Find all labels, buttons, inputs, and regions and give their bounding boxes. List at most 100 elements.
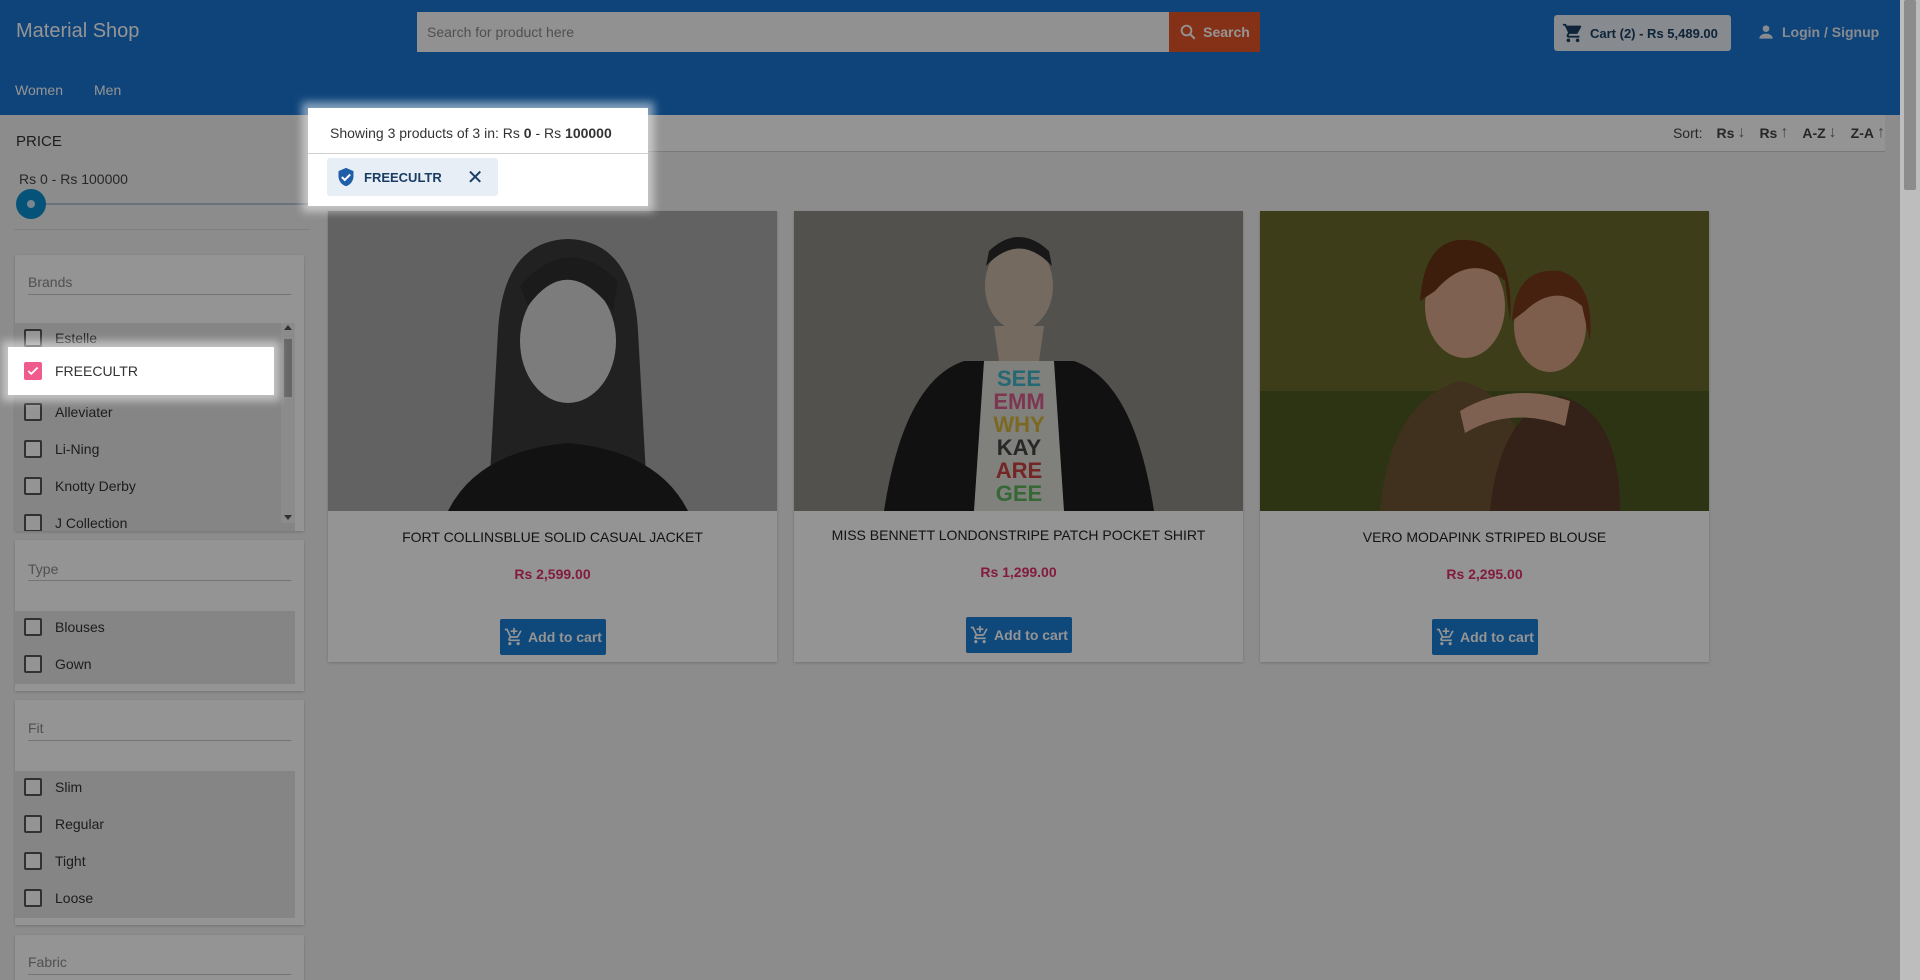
product-price: Rs 1,299.00 (980, 564, 1057, 580)
type-label-underline (28, 580, 291, 581)
checkbox-checked[interactable] (24, 362, 42, 380)
person-icon (1759, 25, 1773, 39)
close-icon[interactable]: ✕ (467, 165, 484, 190)
fit-option-tight[interactable]: Tight (24, 846, 86, 876)
product-title[interactable]: MISS BENNETT LONDONSTRIPE PATCH POCKET S… (794, 527, 1243, 543)
fit-option-slim[interactable]: Slim (24, 772, 82, 802)
checkbox[interactable] (24, 440, 42, 458)
product-card[interactable]: VERO MODAPINK STRIPED BLOUSE Rs 2,295.00… (1260, 211, 1709, 662)
search-bar: Search (417, 12, 1260, 52)
svg-text:WHY: WHY (993, 412, 1045, 437)
fit-option-label: Loose (55, 890, 94, 906)
sort-price-asc-button[interactable]: Rs ↑ (1759, 124, 1788, 142)
checkbox[interactable] (24, 852, 42, 870)
brand-option-j-collection[interactable]: J Collection (24, 508, 127, 531)
checkbox[interactable] (24, 655, 42, 673)
fit-filter-panel: Fit Slim Regular Tight Loose (15, 700, 304, 925)
add-cart-icon (504, 627, 522, 646)
checkbox[interactable] (24, 889, 42, 907)
checkbox[interactable] (24, 477, 42, 495)
type-option-gown[interactable]: Gown (24, 649, 92, 679)
type-list: Blouses Gown (15, 611, 295, 684)
page-scrollbar[interactable] (1900, 0, 1920, 980)
results-summary-highlight: Showing 3 products of 3 in: Rs 0 - Rs 10… (330, 125, 612, 141)
product-price: Rs 2,295.00 (1446, 566, 1523, 582)
arrow-down-icon: ↓ (1828, 124, 1837, 141)
scroll-up-icon[interactable] (284, 325, 292, 330)
svg-text:KAY: KAY (997, 435, 1042, 460)
fit-option-regular[interactable]: Regular (24, 809, 104, 839)
fit-option-loose[interactable]: Loose (24, 883, 93, 913)
sort-za-button[interactable]: Z-A ↑ (1851, 124, 1885, 142)
add-to-cart-button[interactable]: Add to cart (500, 619, 606, 655)
checkbox[interactable] (24, 618, 42, 636)
brands-label-underline (28, 294, 291, 295)
product-card[interactable]: FORT COLLINSBLUE SOLID CASUAL JACKET Rs … (328, 211, 777, 662)
add-to-cart-button[interactable]: Add to cart (966, 617, 1072, 653)
arrow-up-icon: ↑ (1877, 124, 1885, 141)
search-button[interactable]: Search (1169, 12, 1260, 52)
divider (308, 153, 648, 154)
svg-text:EMM: EMM (993, 389, 1044, 414)
login-signup-link[interactable]: Login / Signup (1756, 22, 1879, 42)
divider (14, 229, 310, 230)
checkbox[interactable] (24, 514, 42, 531)
type-option-blouses[interactable]: Blouses (24, 612, 105, 642)
fit-option-label: Tight (55, 853, 86, 869)
results-min-price: 0 (523, 125, 532, 141)
brand-option-label: J Collection (55, 515, 128, 531)
brand-option-knotty-derby[interactable]: Knotty Derby (24, 471, 136, 501)
sort-az-button[interactable]: A-Z ↓ (1802, 124, 1836, 142)
fit-label-underline (28, 740, 291, 741)
product-price: Rs 2,599.00 (514, 566, 591, 582)
add-cart-icon (970, 625, 988, 644)
spotlight-results: Showing 3 products of 3 in: Rs 0 - Rs 10… (308, 108, 648, 206)
checkbox[interactable] (24, 815, 42, 833)
brands-filter-label: Brands (28, 274, 73, 290)
price-slider-thumb[interactable] (16, 189, 46, 219)
brand-logo[interactable]: Material Shop (16, 20, 139, 43)
search-input[interactable] (417, 12, 1169, 52)
category-nav: Women Men (0, 65, 1900, 115)
results-summary-prefix: Showing 3 products of 3 in: Rs (330, 125, 524, 141)
svg-text:ARE: ARE (996, 458, 1042, 483)
product-image[interactable]: SEE EMM WHY KAY ARE GEE (794, 211, 1243, 511)
product-card[interactable]: SEE EMM WHY KAY ARE GEE MISS BENNETT LON… (794, 211, 1243, 662)
brand-option-alleviater[interactable]: Alleviater (24, 397, 113, 427)
cart-label: Cart (2) - Rs 5,489.00 (1590, 25, 1718, 41)
price-slider-track[interactable] (30, 203, 310, 205)
cart-button[interactable]: Cart (2) - Rs 5,489.00 (1554, 15, 1731, 51)
page-scroll-thumb[interactable] (1904, 0, 1916, 190)
fit-option-label: Regular (55, 816, 105, 832)
nav-item-women[interactable]: Women (15, 82, 63, 98)
top-app-bar: Material Shop Search Cart (2) - Rs 5,489… (0, 0, 1900, 65)
scroll-thumb[interactable] (284, 339, 292, 397)
nav-item-men[interactable]: Men (94, 82, 121, 98)
add-to-cart-label: Add to cart (528, 629, 602, 645)
type-option-label: Blouses (55, 619, 105, 635)
active-filter-label: FREECULTR (364, 169, 442, 185)
brands-scrollbar[interactable] (281, 323, 295, 523)
active-filter-chip-highlight[interactable]: FREECULTR ✕ (327, 158, 498, 196)
type-filter-panel: Type Blouses Gown (15, 540, 304, 691)
fabric-filter-panel: Fabric (15, 935, 304, 980)
product-image[interactable] (1260, 211, 1709, 511)
brand-option-li-ning[interactable]: Li-Ning (24, 434, 99, 464)
add-to-cart-label: Add to cart (994, 627, 1068, 643)
brand-option-freecultr-highlight[interactable]: FREECULTR (24, 356, 138, 386)
checkbox[interactable] (24, 403, 42, 421)
product-title[interactable]: VERO MODAPINK STRIPED BLOUSE (1260, 529, 1709, 545)
checkbox[interactable] (24, 329, 42, 347)
type-option-label: Gown (55, 656, 92, 672)
sort-controls: Sort: Rs ↓ Rs ↑ A-Z ↓ Z-A ↑ (1673, 124, 1885, 142)
sort-option-label: Rs (1759, 125, 1778, 141)
login-label: Login / Signup (1782, 24, 1880, 40)
sort-price-desc-button[interactable]: Rs ↓ (1717, 124, 1746, 142)
checkbox[interactable] (24, 778, 42, 796)
add-to-cart-button[interactable]: Add to cart (1432, 619, 1538, 655)
price-filter-title: PRICE (16, 133, 62, 150)
arrow-up-icon: ↑ (1780, 124, 1789, 141)
product-title[interactable]: FORT COLLINSBLUE SOLID CASUAL JACKET (328, 529, 777, 545)
product-image[interactable] (328, 211, 777, 511)
scroll-down-icon[interactable] (284, 515, 292, 520)
